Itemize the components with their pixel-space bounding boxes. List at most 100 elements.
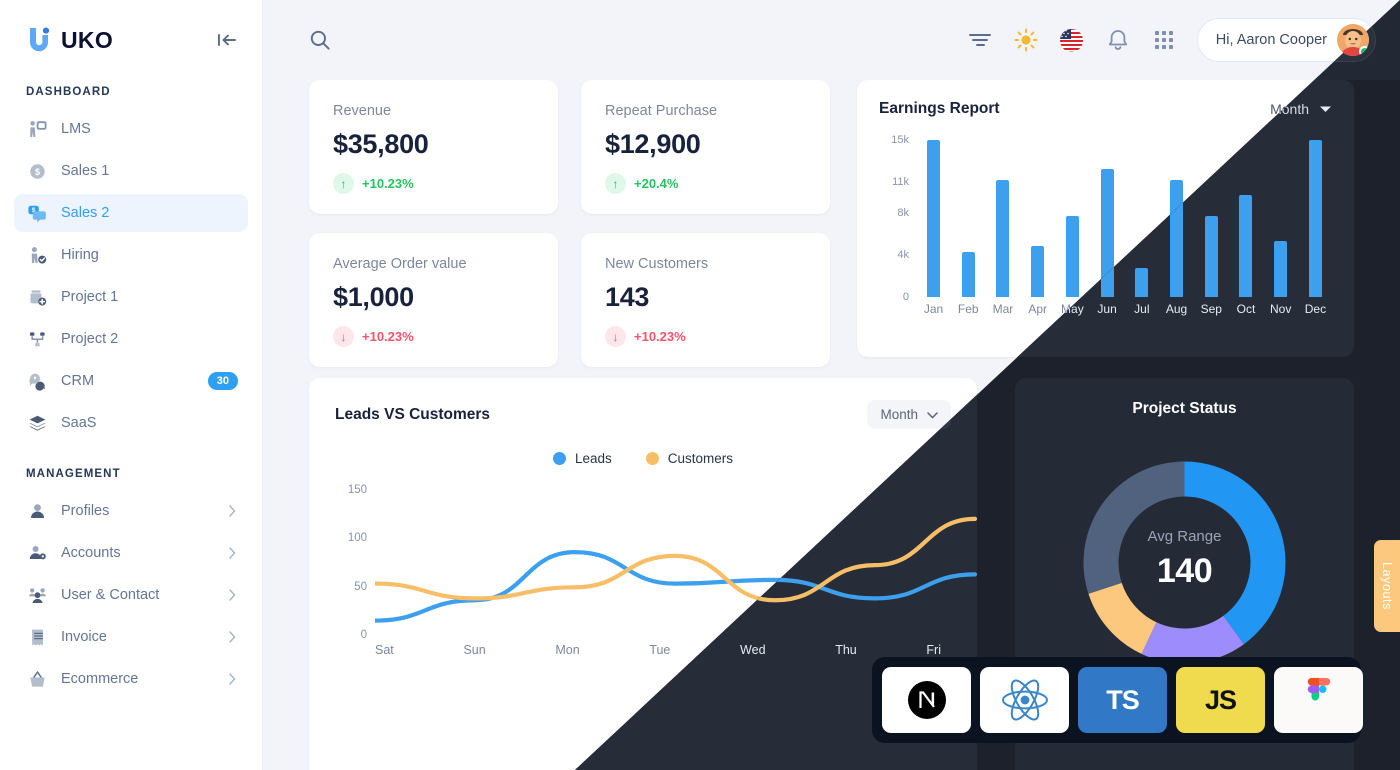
- earnings-x-tick: Nov: [1270, 302, 1292, 316]
- stat-delta: ↓ +10.23%: [333, 326, 534, 347]
- typescript-logo-text: TS: [1106, 684, 1140, 715]
- filter-lines-icon[interactable]: [967, 27, 993, 53]
- shopping-basket-icon: [26, 668, 48, 690]
- sales-chat-icon: $: [26, 202, 48, 224]
- earnings-header: Earnings Report Month: [879, 100, 1332, 118]
- nextjs-logo-icon[interactable]: [882, 667, 971, 733]
- project-box-icon: [26, 286, 48, 308]
- donut-center-label: Avg Range: [1147, 528, 1222, 545]
- sidebar-item-label: Sales 2: [61, 205, 110, 221]
- sidebar-section-dashboard: DASHBOARD: [26, 86, 111, 98]
- earnings-bar: [1065, 215, 1079, 297]
- sidebar-item-ecommerce[interactable]: Ecommerce: [14, 660, 248, 698]
- tech-logo-dock: TS JS: [872, 657, 1363, 743]
- leads-title: Leads VS Customers: [335, 405, 491, 423]
- sidebar-item-sales-2[interactable]: $ Sales 2: [14, 194, 248, 232]
- brand-row: UKO: [0, 0, 262, 80]
- earnings-bar-column: [952, 132, 985, 297]
- sidebar-item-invoice[interactable]: Invoice: [14, 618, 248, 656]
- arrow-down-icon: ↓: [605, 326, 626, 347]
- leads-legend-label: Customers: [667, 451, 734, 466]
- earnings-bar: [927, 140, 940, 297]
- leads-x-tick: Fri: [926, 643, 941, 657]
- chevron-down-icon: [927, 407, 938, 422]
- search-icon[interactable]: [309, 29, 331, 51]
- online-status-dot: [1359, 46, 1369, 56]
- arrow-up-icon: ↑: [605, 173, 626, 194]
- stat-card-new-customers: New Customers 143 ↓ +10.23%: [581, 233, 830, 367]
- chevron-right-icon: [229, 631, 236, 643]
- lms-icon: [26, 118, 48, 140]
- leads-legend: Leads Customers: [335, 451, 951, 466]
- donut-segment[interactable]: [1088, 582, 1157, 654]
- earnings-title: Earnings Report: [879, 100, 1000, 117]
- earnings-bar-column: [1056, 132, 1089, 297]
- project-status-title: Project Status: [1132, 400, 1237, 417]
- earnings-x-tick: Dec: [1304, 302, 1327, 316]
- stat-delta-value: +10.23%: [362, 176, 414, 191]
- typescript-logo-icon[interactable]: TS: [1078, 667, 1167, 733]
- project-status-donut: Avg Range 140: [1052, 430, 1317, 695]
- sidebar-item-label: Project 1: [61, 289, 119, 305]
- hiring-person-icon: [26, 244, 48, 266]
- arrow-up-icon: ↑: [333, 173, 354, 194]
- sidebar-item-accounts[interactable]: Accounts: [14, 534, 248, 572]
- earnings-y-tick: 8k: [897, 207, 909, 220]
- sidebar-item-project-1[interactable]: Project 1: [14, 278, 248, 316]
- donut-center-value: 140: [1156, 552, 1213, 590]
- leads-x-tick: Sun: [463, 643, 486, 657]
- leads-legend-item[interactable]: Customers: [645, 451, 734, 466]
- crm-bubble-icon: [26, 370, 48, 392]
- sidebar-item-sales-1[interactable]: $ Sales 1: [14, 152, 248, 190]
- figma-logo-icon[interactable]: [1274, 667, 1363, 733]
- sitemap-icon: [26, 328, 48, 350]
- sidebar-item-lms[interactable]: LMS: [14, 110, 248, 148]
- earnings-bar-column: [1021, 132, 1054, 297]
- us-flag-icon[interactable]: [1059, 27, 1085, 53]
- sidebar-item-crm[interactable]: CRM 30: [14, 362, 248, 400]
- stat-label: New Customers: [605, 256, 709, 272]
- earnings-bar: [1274, 240, 1288, 297]
- earnings-bar-column: [917, 132, 950, 297]
- layouts-tab-button[interactable]: Layouts: [1374, 540, 1400, 632]
- earnings-bar-column: [1264, 132, 1297, 297]
- earnings-y-tick: 4k: [897, 249, 909, 262]
- earnings-x-tick: Feb: [957, 302, 979, 316]
- sun-theme-icon[interactable]: [1013, 27, 1039, 53]
- uko-logo-icon: [26, 26, 52, 54]
- topbar-actions: Hi, Aaron Cooper: [967, 18, 1376, 62]
- stat-value: 143: [605, 282, 650, 312]
- leads-x-tick: Mon: [555, 643, 580, 657]
- leads-y-tick: 150: [347, 483, 367, 496]
- earnings-x-tick: Sep: [1200, 302, 1222, 316]
- earnings-y-tick: 0: [902, 291, 909, 303]
- sidebar-item-hiring[interactable]: Hiring: [14, 236, 248, 274]
- bell-notification-icon[interactable]: [1105, 27, 1131, 53]
- sidebar-item-user-contact[interactable]: User & Contact: [14, 576, 248, 614]
- sidebar-badge-crm: 30: [207, 371, 238, 391]
- leads-legend-item[interactable]: Leads: [552, 451, 612, 466]
- leads-period-select[interactable]: Month: [867, 400, 951, 429]
- earnings-bar: [1204, 215, 1218, 297]
- earnings-x-tick: Aug: [1165, 302, 1188, 316]
- layouts-tab-label: Layouts: [1380, 562, 1394, 610]
- earnings-y-tick: 11k: [892, 176, 909, 189]
- arrow-down-icon: ↓: [333, 326, 354, 347]
- sidebar-item-saas[interactable]: SaaS: [14, 404, 248, 442]
- sidebar-item-label: Hiring: [61, 247, 99, 263]
- sidebar-item-profiles[interactable]: Profiles: [14, 492, 248, 530]
- stat-delta-value: +10.23%: [634, 329, 686, 344]
- leads-y-tick: 0: [360, 629, 367, 641]
- collapse-sidebar-icon[interactable]: [214, 27, 240, 53]
- earnings-bar: [1135, 267, 1149, 297]
- apps-grid-icon[interactable]: [1151, 27, 1177, 53]
- sidebar-item-label: LMS: [61, 121, 91, 137]
- earnings-bar-column: [1229, 132, 1262, 297]
- stat-card-revenue: Revenue $35,800 ↑ +10.23%: [309, 80, 558, 214]
- sidebar-item-project-2[interactable]: Project 2: [14, 320, 248, 358]
- javascript-logo-icon[interactable]: JS: [1176, 667, 1265, 733]
- react-logo-icon[interactable]: [980, 667, 1069, 733]
- earnings-y-axis: 0 4k 8k 11k 15k: [879, 132, 909, 303]
- dashboard-root: UKO DASHBOARD LMS $ Sales 1 $ Sales 2 Hi…: [0, 0, 1400, 770]
- earnings-x-tick: Jan: [923, 302, 944, 316]
